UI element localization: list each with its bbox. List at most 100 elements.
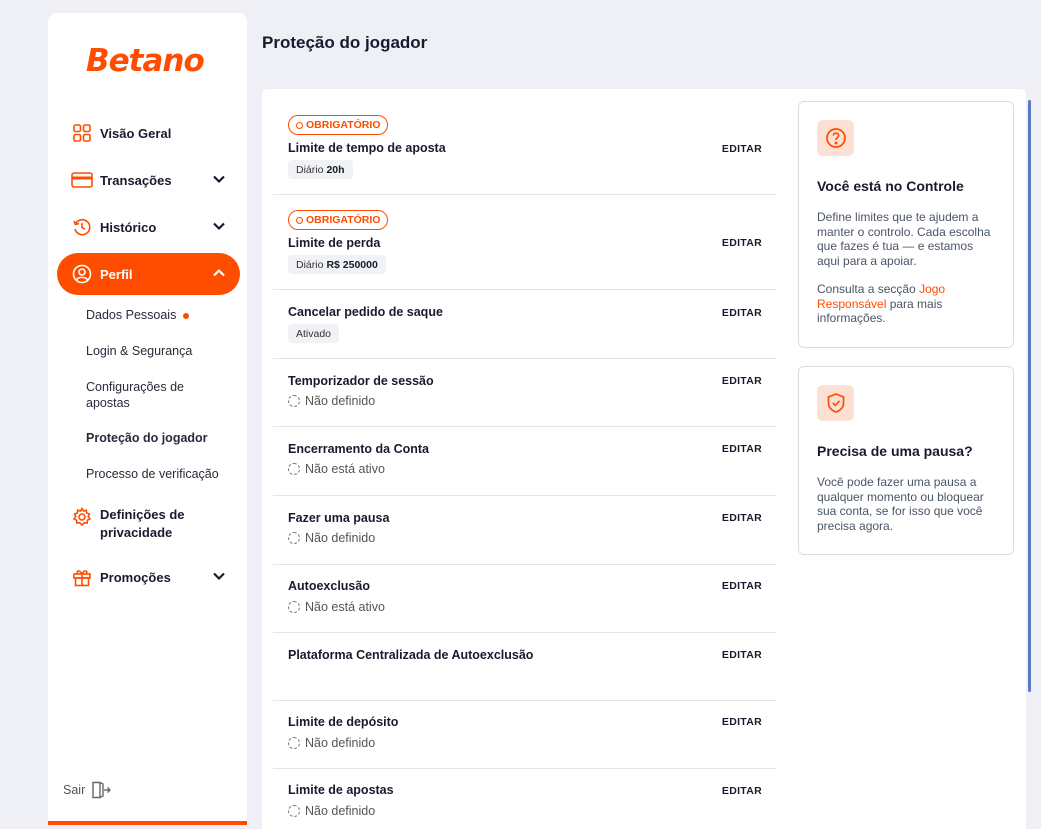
required-badge-label: OBRIGATÓRIO [306, 119, 381, 131]
row-central-self-exclusion: Plataforma Centralizada de Autoexclusão … [273, 633, 776, 701]
logout-label: Sair [63, 783, 86, 797]
row-label: Limite de depósito [288, 715, 399, 729]
submenu-personal-data[interactable]: Dados Pessoais [86, 307, 236, 323]
status-text: Não definido [288, 804, 375, 818]
sidebar-item-privacy[interactable]: Definições de privacidade [57, 503, 240, 549]
dashed-circle-icon [288, 463, 300, 475]
betano-logo[interactable]: Betano [86, 43, 205, 79]
card-title: Precisa de uma pausa? [817, 443, 973, 459]
logout-icon [92, 781, 112, 799]
info-card-break: Precisa de uma pausa? Você pode fazer um… [798, 366, 1014, 555]
edit-button[interactable]: EDITAR [722, 143, 762, 155]
limit-chip: Diário R$ 250000 [288, 255, 386, 274]
row-loss-limit: OBRIGATÓRIO Limite de perda EDITAR Diári… [273, 195, 776, 290]
history-icon [71, 216, 93, 238]
limit-chip: Diário 20h [288, 160, 353, 179]
edit-button[interactable]: EDITAR [722, 785, 762, 797]
edit-button[interactable]: EDITAR [722, 512, 762, 524]
page-title: Proteção do jogador [262, 33, 428, 52]
status-label: Não está ativo [305, 600, 385, 614]
sidebar-item-label: Definições de privacidade [100, 507, 185, 540]
logout-button[interactable]: Sair [63, 781, 112, 799]
chip-value: 20h [326, 163, 345, 176]
question-icon [817, 120, 854, 156]
dashed-circle-icon [288, 532, 300, 544]
dashed-circle-icon [288, 737, 300, 749]
sidebar-item-label: Perfil [100, 266, 133, 282]
gift-icon [71, 566, 93, 588]
sidebar-item-label: Promoções [100, 569, 171, 585]
edit-button[interactable]: EDITAR [722, 649, 762, 661]
card-icon [71, 169, 93, 191]
status-text: Não está ativo [288, 600, 385, 614]
shield-icon [817, 385, 854, 421]
sidebar-item-transactions[interactable]: Transações [57, 159, 240, 201]
row-account-closure: Encerramento da Conta EDITAR Não está at… [273, 427, 776, 496]
status-label: Não está ativo [305, 462, 385, 476]
submenu-verification[interactable]: Processo de verificação [86, 466, 236, 482]
row-label: Cancelar pedido de saque [288, 305, 443, 319]
grid-icon [71, 122, 93, 144]
row-deposit-limit: Limite de depósito EDITAR Não definido [273, 701, 776, 769]
status-chip: Ativado [288, 324, 340, 343]
edit-button[interactable]: EDITAR [722, 716, 762, 728]
row-label: Encerramento da Conta [288, 442, 430, 456]
submenu-player-protection[interactable]: Proteção do jogador [86, 430, 236, 446]
row-label: Temporizador de sessão [288, 374, 434, 388]
sidebar-item-label: Transações [100, 172, 172, 188]
card-text: Você pode fazer uma pausa a qualquer mom… [817, 475, 984, 533]
chevron-up-icon [213, 268, 225, 277]
row-self-exclusion: Autoexclusão EDITAR Não está ativo [273, 565, 776, 633]
chip-prefix: Diário [296, 258, 324, 271]
row-label: Limite de apostas [288, 783, 394, 797]
edit-button[interactable]: EDITAR [722, 443, 762, 455]
required-badge: OBRIGATÓRIO [288, 210, 389, 230]
status-text: Não definido [288, 736, 375, 750]
chevron-down-icon [213, 175, 225, 184]
row-cancel-withdrawal: Cancelar pedido de saque EDITAR Ativado [273, 290, 776, 359]
sidebar-item-promotions[interactable]: Promoções [57, 556, 240, 598]
chip-value: R$ 250000 [326, 258, 378, 271]
sidebar-item-label: Visão Geral [100, 125, 172, 141]
edit-button[interactable]: EDITAR [722, 237, 762, 249]
row-bet-limit: Limite de apostas EDITAR Não definido [273, 769, 776, 829]
status-label: Não definido [305, 394, 376, 408]
chip-prefix: Diário [296, 163, 324, 176]
sidebar: Betano Visão Geral Transações Histórico [48, 13, 247, 825]
card-title: Você está no Controle [817, 178, 964, 194]
row-label: Fazer uma pausa [288, 511, 390, 525]
info-card-control: Você está no Controle Define limites que… [798, 101, 1014, 348]
row-bet-time-limit: OBRIGATÓRIO Limite de tempo de aposta ED… [273, 100, 776, 195]
row-label: Limite de perda [288, 236, 381, 250]
status-text: Não definido [288, 531, 375, 545]
sidebar-item-history[interactable]: Histórico [57, 206, 240, 248]
chevron-down-icon [213, 572, 225, 581]
notification-dot [183, 312, 190, 319]
row-label: Plataforma Centralizada de Autoexclusão [288, 648, 534, 662]
user-circle-icon [71, 263, 93, 285]
dashed-circle-icon [288, 805, 300, 817]
status-text: Não está ativo [288, 462, 385, 476]
submenu-login-security[interactable]: Login & Segurança [86, 343, 236, 359]
status-label: Não definido [305, 804, 376, 818]
submenu-bet-settings[interactable]: Configurações de apostas [86, 379, 206, 411]
edit-button[interactable]: EDITAR [722, 375, 762, 387]
submenu-label: Dados Pessoais [86, 308, 177, 322]
required-badge-label: OBRIGATÓRIO [306, 214, 381, 226]
status-label: Não definido [305, 736, 376, 750]
sidebar-item-label: Histórico [100, 219, 157, 235]
edit-button[interactable]: EDITAR [722, 307, 762, 319]
status-label: Não definido [305, 531, 376, 545]
row-session-timer: Temporizador de sessão EDITAR Não defini… [273, 359, 776, 427]
dashed-circle-icon [288, 601, 300, 613]
status-text: Não definido [288, 394, 375, 408]
edit-button[interactable]: EDITAR [722, 580, 762, 592]
sidebar-item-profile[interactable]: Perfil [57, 253, 240, 295]
card-text-link-paragraph: Consulta a secção Jogo Responsável para … [817, 282, 999, 326]
card-text: Define limites que te ajudem a manter o … [817, 210, 991, 268]
row-label: Limite de tempo de aposta [288, 141, 446, 155]
row-label: Autoexclusão [288, 579, 370, 593]
card-text-prefix: Consulta a secção [817, 282, 920, 296]
sidebar-item-overview[interactable]: Visão Geral [57, 112, 240, 154]
scrollbar[interactable] [1028, 100, 1031, 692]
